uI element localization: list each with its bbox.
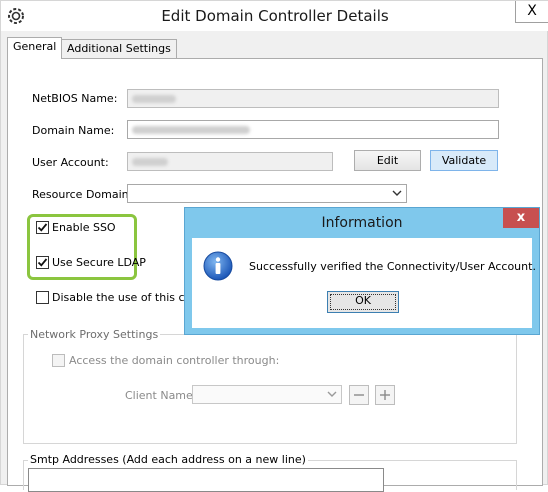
client-name-label: Client Name:	[125, 389, 197, 402]
smtp-group-title: Smtp Addresses (Add each address on a ne…	[28, 453, 308, 466]
dialog-title: Information	[321, 215, 403, 231]
redacted-value	[132, 126, 250, 134]
chevron-down-icon	[327, 391, 337, 397]
plus-icon	[380, 390, 390, 400]
netbios-label: NetBIOS Name:	[32, 92, 118, 105]
edit-domain-controller-window: Edit Domain Controller Details X General…	[0, 0, 548, 492]
dialog-message: Successfully verified the Connectivity/U…	[249, 260, 536, 273]
title-bar: Edit Domain Controller Details X	[1, 1, 548, 31]
dialog-close-button[interactable]: x	[503, 208, 539, 228]
redacted-value	[132, 95, 176, 103]
checkmark-icon	[37, 258, 48, 267]
domain-name-label: Domain Name:	[32, 124, 115, 137]
use-secure-ldap-checkbox[interactable]	[36, 256, 49, 269]
remove-client-button[interactable]	[349, 385, 369, 405]
tab-general[interactable]: General	[7, 37, 63, 59]
checkmark-icon	[37, 223, 48, 232]
disable-label: Disable the use of this cont	[52, 291, 203, 304]
redacted-value	[132, 158, 168, 166]
window-title: Edit Domain Controller Details	[161, 7, 389, 25]
domain-name-field[interactable]	[127, 120, 499, 139]
tab-additional-settings[interactable]: Additional Settings	[61, 39, 177, 59]
client-name-select[interactable]	[192, 385, 342, 404]
netbios-field[interactable]	[127, 89, 499, 108]
add-client-button[interactable]	[375, 385, 395, 405]
disable-checkbox[interactable]	[36, 291, 49, 304]
network-proxy-group-title: Network Proxy Settings	[28, 328, 161, 341]
resource-domain-select[interactable]	[127, 184, 407, 203]
validate-button[interactable]: Validate	[430, 150, 498, 171]
use-secure-ldap-label: Use Secure LDAP	[52, 256, 146, 269]
enable-sso-checkbox[interactable]	[36, 221, 49, 234]
minus-icon	[354, 394, 364, 396]
info-icon	[203, 251, 233, 281]
access-through-label: Access the domain controller through:	[69, 354, 280, 367]
enable-sso-label: Enable SSO	[52, 221, 116, 234]
window-close-button[interactable]: X	[515, 1, 548, 23]
user-account-label: User Account:	[32, 156, 109, 169]
access-through-checkbox[interactable]	[52, 354, 65, 367]
ok-button[interactable]: OK	[327, 291, 399, 313]
user-account-field[interactable]	[127, 152, 333, 171]
chevron-down-icon	[392, 190, 402, 196]
smtp-addresses-textarea[interactable]	[28, 468, 384, 492]
resource-domain-label: Resource Domain	[32, 188, 129, 201]
edit-button[interactable]: Edit	[354, 150, 421, 171]
dialog-body: Successfully verified the Connectivity/U…	[192, 238, 536, 328]
information-dialog: Information x Successfully verified the …	[184, 207, 540, 335]
